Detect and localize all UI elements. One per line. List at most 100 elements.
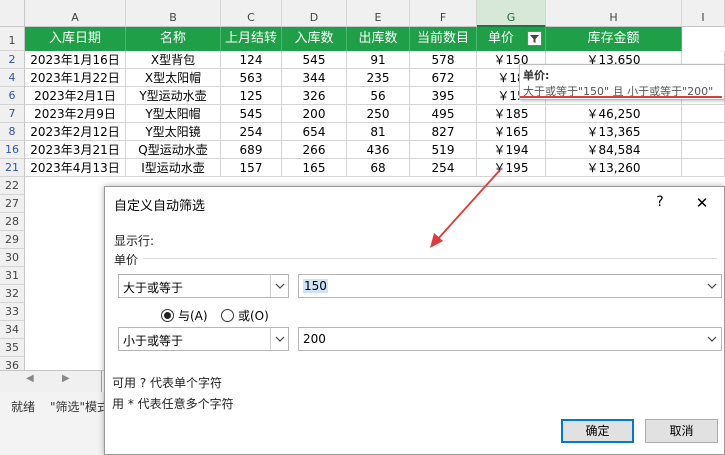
help-icon[interactable]: ? (650, 194, 670, 210)
cell-carryover[interactable]: 563 (221, 69, 282, 87)
tab-scroll-left-icon[interactable]: ◀ (26, 373, 34, 384)
cell-inbound[interactable]: 654 (282, 123, 347, 141)
header-cell-stock-value[interactable]: 库存金额 (546, 27, 682, 51)
cell-carryover[interactable]: 157 (221, 159, 282, 177)
column-header-e[interactable]: E (347, 0, 410, 27)
cell-carryover[interactable]: 124 (221, 51, 282, 69)
cell-current[interactable]: 519 (410, 141, 477, 159)
cell-stock-value[interactable]: ￥13,260 (546, 159, 682, 177)
logic-or-radio[interactable]: 或(O) (221, 307, 269, 324)
condition1-value-input[interactable]: 150 (298, 274, 722, 298)
cell-current[interactable]: 672 (410, 69, 477, 87)
cell-carryover[interactable]: 689 (221, 141, 282, 159)
header-cell-outbound[interactable]: 出库数 (347, 27, 410, 51)
cell-name[interactable]: I型运动水壶 (126, 159, 221, 177)
column-header-i[interactable]: I (682, 0, 725, 27)
cell-empty[interactable] (682, 123, 725, 141)
cell-price[interactable]: ￥185 (477, 105, 546, 123)
column-header-f[interactable]: F (410, 0, 477, 27)
cell-empty[interactable] (682, 141, 725, 159)
tab-scroll-right-icon[interactable]: ▶ (62, 373, 70, 384)
row-header[interactable]: 1 (0, 27, 25, 51)
dropdown-chevron-icon[interactable] (703, 328, 721, 350)
cell-date[interactable]: 2023年2月9日 (25, 105, 126, 123)
cell-current[interactable]: 495 (410, 105, 477, 123)
cell-stock-value[interactable]: ￥13,365 (546, 123, 682, 141)
cell-inbound[interactable]: 266 (282, 141, 347, 159)
cell-empty[interactable] (682, 105, 725, 123)
cell-inbound[interactable]: 545 (282, 51, 347, 69)
cell-stock-value[interactable]: ￥46,250 (546, 105, 682, 123)
cell-carryover[interactable]: 545 (221, 105, 282, 123)
cell-outbound[interactable]: 56 (347, 87, 410, 105)
header-cell-current[interactable]: 当前数目 (410, 27, 477, 51)
cell-price[interactable]: ￥195 (477, 159, 546, 177)
dropdown-chevron-icon[interactable] (270, 275, 288, 297)
cell-date[interactable]: 2023年2月1日 (25, 87, 126, 105)
row-header[interactable]: 30 (0, 249, 25, 267)
cell-name[interactable]: Y型太阳帽 (126, 105, 221, 123)
cell-name[interactable]: X型太阳帽 (126, 69, 221, 87)
cell-outbound[interactable]: 250 (347, 105, 410, 123)
row-header[interactable]: 33 (0, 303, 25, 321)
row-header[interactable]: 2 (0, 51, 25, 69)
cell-name[interactable]: Q型运动水壶 (126, 141, 221, 159)
select-all-corner[interactable] (0, 0, 25, 27)
row-header[interactable]: 22 (0, 177, 25, 195)
header-cell-inbound[interactable]: 入库数 (282, 27, 347, 51)
header-cell-carryover[interactable]: 上月结转 (221, 27, 282, 51)
cell-carryover[interactable]: 254 (221, 123, 282, 141)
close-icon[interactable]: ✕ (692, 194, 712, 212)
row-header[interactable]: 21 (0, 159, 25, 177)
row-header[interactable]: 31 (0, 267, 25, 285)
row-header[interactable]: 16 (0, 141, 25, 159)
ok-button[interactable]: 确定 (561, 419, 634, 443)
cell-inbound[interactable]: 200 (282, 105, 347, 123)
header-cell-price[interactable]: 单价 (477, 27, 546, 51)
cell-inbound[interactable]: 344 (282, 69, 347, 87)
cell-current[interactable]: 827 (410, 123, 477, 141)
condition2-operator-select[interactable]: 小于或等于 (118, 327, 289, 351)
cell-outbound[interactable]: 235 (347, 69, 410, 87)
row-header[interactable]: 8 (0, 123, 25, 141)
column-header-g[interactable]: G (477, 0, 546, 27)
cell-current[interactable]: 578 (410, 51, 477, 69)
condition1-operator-select[interactable]: 大于或等于 (118, 274, 289, 298)
cell-inbound[interactable]: 165 (282, 159, 347, 177)
column-header-a[interactable]: A (25, 0, 126, 27)
row-header[interactable]: 32 (0, 285, 25, 303)
logic-and-radio[interactable]: 与(A) (161, 307, 208, 324)
cell-outbound[interactable]: 81 (347, 123, 410, 141)
row-header[interactable]: 27 (0, 195, 25, 213)
cell-price[interactable]: ￥165 (477, 123, 546, 141)
dropdown-chevron-icon[interactable] (270, 328, 288, 350)
column-header-c[interactable]: C (221, 0, 282, 27)
row-header[interactable]: 35 (0, 339, 25, 357)
condition2-value-input[interactable]: 200 (298, 327, 722, 351)
column-header-b[interactable]: B (126, 0, 221, 27)
column-header-d[interactable]: D (282, 0, 347, 27)
cell-inbound[interactable]: 326 (282, 87, 347, 105)
cell-name[interactable]: X型背包 (126, 51, 221, 69)
dropdown-chevron-icon[interactable] (703, 275, 721, 297)
cell-date[interactable]: 2023年2月12日 (25, 123, 126, 141)
cell-current[interactable]: 254 (410, 159, 477, 177)
row-header[interactable]: 29 (0, 231, 25, 249)
cell-name[interactable]: Y型太阳镜 (126, 123, 221, 141)
cell-empty[interactable] (682, 159, 725, 177)
cell-price[interactable]: ￥194 (477, 141, 546, 159)
header-cell-name[interactable]: 名称 (126, 27, 221, 51)
filter-funnel-icon[interactable] (527, 31, 542, 46)
cancel-button[interactable]: 取消 (645, 419, 718, 443)
cell-date[interactable]: 2023年1月22日 (25, 69, 126, 87)
column-header-h[interactable]: H (546, 0, 682, 27)
row-header[interactable]: 34 (0, 321, 25, 339)
cell-date[interactable]: 2023年1月16日 (25, 51, 126, 69)
row-header[interactable]: 6 (0, 87, 25, 105)
row-header[interactable]: 4 (0, 69, 25, 87)
row-header[interactable]: 28 (0, 213, 25, 231)
row-header[interactable]: 7 (0, 105, 25, 123)
cell-stock-value[interactable]: ￥84,584 (546, 141, 682, 159)
cell-date[interactable]: 2023年4月13日 (25, 159, 126, 177)
cell-carryover[interactable]: 125 (221, 87, 282, 105)
